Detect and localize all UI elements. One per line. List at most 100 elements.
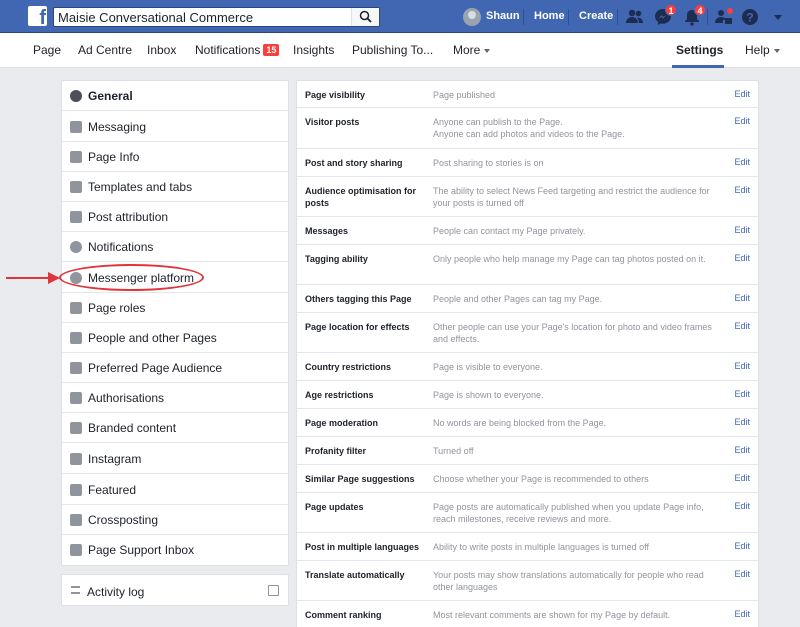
tab-notifications[interactable]: Notifications 15 <box>195 43 280 57</box>
sidebar-item-label: Post attribution <box>88 210 169 224</box>
sidebar-item-label: People and other Pages <box>88 331 217 345</box>
tab-settings[interactable]: Settings <box>676 43 723 57</box>
setting-description: Choose whether your Page is recommended … <box>433 474 649 484</box>
edit-link[interactable]: Edit <box>734 473 750 483</box>
setting-label: Similar Page suggestions <box>305 474 415 484</box>
sidebar-item-page-support-inbox[interactable]: Page Support Inbox <box>62 535 288 565</box>
setting-description: Ability to write posts in multiple langu… <box>433 542 649 552</box>
sidebar-item-post-attribution[interactable]: Post attribution <box>62 202 288 232</box>
sidebar-item-label: Notifications <box>88 240 154 254</box>
setting-label: Tagging ability <box>305 254 368 264</box>
settings-row: Others tagging this Page People and other… <box>297 285 758 313</box>
edit-link[interactable]: Edit <box>734 321 750 331</box>
settings-row: Page updates Page posts are automatically… <box>297 493 758 533</box>
messenger-icon[interactable]: 1 <box>653 4 677 27</box>
facebook-logo-icon[interactable]: f <box>28 6 47 26</box>
setting-description: Your posts may show translations automat… <box>433 570 704 592</box>
activity-log-link[interactable]: Activity log <box>61 574 289 606</box>
page-manager-icon[interactable] <box>714 7 734 27</box>
create-link[interactable]: Create <box>579 10 613 22</box>
edit-link[interactable]: Edit <box>734 253 750 263</box>
edit-link[interactable]: Edit <box>734 569 750 579</box>
tab-publishing-tools[interactable]: Publishing To... <box>352 43 433 57</box>
profile-link[interactable]: Shaun <box>486 10 520 22</box>
sidebar-item-preferred-page-audience[interactable]: Preferred Page Audience <box>62 353 288 383</box>
edit-link[interactable]: Edit <box>734 157 750 167</box>
sidebar-item-authorisations[interactable]: Authorisations <box>62 383 288 413</box>
notifications-count-badge: 15 <box>263 44 280 56</box>
setting-description: No words are being blocked from the Page… <box>433 418 607 428</box>
sidebar-item-label: Messaging <box>88 120 147 134</box>
edit-link[interactable]: Edit <box>734 185 750 195</box>
setting-label: Visitor posts <box>305 117 360 127</box>
sidebar-item-notifications[interactable]: Notifications <box>62 232 288 262</box>
star-icon <box>70 484 82 496</box>
search-input[interactable] <box>54 8 354 26</box>
annotation-arrow-icon <box>6 272 60 284</box>
setting-description: Turned off <box>433 446 474 456</box>
sidebar-item-general[interactable]: General <box>62 81 288 111</box>
edit-link[interactable]: Edit <box>734 361 750 371</box>
settings-row: Audience optimisation for posts The abili… <box>297 177 758 217</box>
edit-link[interactable]: Edit <box>734 417 750 427</box>
friend-requests-icon[interactable] <box>625 7 645 27</box>
activity-log-label: Activity log <box>87 585 145 599</box>
setting-label: Profanity filter <box>305 446 367 456</box>
settings-row: Country restrictions Page is visible to e… <box>297 353 758 381</box>
messenger-badge: 1 <box>665 4 677 16</box>
page-nav: Page Ad Centre Inbox Notifications 15 Ins… <box>0 33 800 68</box>
help-icon[interactable]: ? <box>740 7 760 27</box>
messaging-icon <box>70 121 82 133</box>
flag-icon <box>70 211 82 223</box>
edit-link[interactable]: Edit <box>734 445 750 455</box>
edit-link[interactable]: Edit <box>734 541 750 551</box>
sidebar-item-instagram[interactable]: Instagram <box>62 444 288 474</box>
edit-link[interactable]: Edit <box>734 609 750 619</box>
sidebar-item-page-info[interactable]: Page Info <box>62 142 288 172</box>
edit-link[interactable]: Edit <box>734 116 750 126</box>
sidebar-item-label: Branded content <box>88 421 177 435</box>
setting-label: Messages <box>305 226 349 236</box>
edit-link[interactable]: Edit <box>734 89 750 99</box>
sidebar-item-crossposting[interactable]: Crossposting <box>62 505 288 535</box>
inbox-icon <box>70 544 82 556</box>
instagram-icon <box>70 453 82 465</box>
edit-link[interactable]: Edit <box>734 501 750 511</box>
setting-description: The ability to select News Feed targetin… <box>433 186 710 208</box>
tab-ad-centre[interactable]: Ad Centre <box>78 43 132 57</box>
sidebar-item-label: Featured <box>88 483 137 497</box>
tab-more-label: More <box>453 43 481 57</box>
tab-inbox[interactable]: Inbox <box>147 43 176 57</box>
setting-description: Only people who help manage my Page can … <box>433 254 706 264</box>
edit-link[interactable]: Edit <box>734 293 750 303</box>
sidebar-item-label: General <box>88 89 133 103</box>
sidebar-item-messaging[interactable]: Messaging <box>62 112 288 142</box>
video-icon <box>70 514 82 526</box>
settings-row: Page moderation No words are being blocke… <box>297 409 758 437</box>
chevron-down-icon <box>773 49 780 53</box>
edit-link[interactable]: Edit <box>734 389 750 399</box>
avatar[interactable] <box>463 8 481 26</box>
tab-more[interactable]: More <box>453 43 491 57</box>
sidebar-item-branded-content[interactable]: Branded content <box>62 413 288 443</box>
setting-label: Page location for effects <box>305 322 410 332</box>
home-link[interactable]: Home <box>534 10 565 22</box>
sidebar-item-people-and-other-pages[interactable]: People and other Pages <box>62 323 288 353</box>
setting-description: Page posts are automatically published w… <box>433 502 704 524</box>
account-menu-chevron-down-icon[interactable] <box>768 7 788 27</box>
sidebar-item-featured[interactable]: Featured <box>62 475 288 505</box>
chevron-down-icon <box>484 49 491 53</box>
people-icon <box>70 362 82 374</box>
setting-description: People and other Pages can tag my Page. <box>433 294 603 304</box>
edit-link[interactable]: Edit <box>734 225 750 235</box>
tab-page[interactable]: Page <box>33 43 61 57</box>
sidebar-item-page-roles[interactable]: Page roles <box>62 293 288 323</box>
notifications-bell-icon[interactable]: 4 <box>682 4 706 27</box>
sidebar-item-templates-and-tabs[interactable]: Templates and tabs <box>62 172 288 202</box>
search-button[interactable] <box>351 8 379 26</box>
settings-row: Post in multiple languages Ability to wri… <box>297 533 758 561</box>
tab-insights[interactable]: Insights <box>293 43 334 57</box>
setting-label: Age restrictions <box>305 390 374 400</box>
tab-help[interactable]: Help <box>745 43 780 57</box>
setting-label: Translate automatically <box>305 570 405 580</box>
